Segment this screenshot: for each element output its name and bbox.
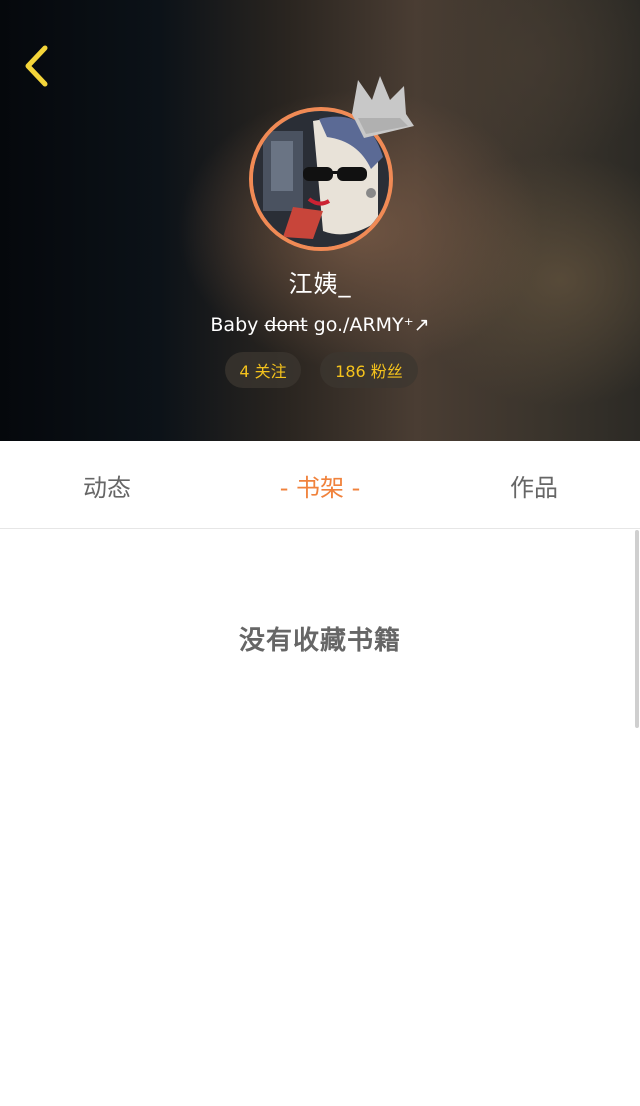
following-count-button[interactable]: 4 关注 bbox=[225, 352, 301, 388]
username: 江姨_ bbox=[288, 270, 352, 298]
bio-struck: dont bbox=[264, 314, 308, 336]
chevron-left-icon bbox=[25, 45, 48, 87]
empty-shelf-message: 没有收藏书籍 bbox=[238, 626, 401, 656]
bio-suffix: go./ARMY⁺↗ bbox=[307, 314, 430, 336]
tab-bar: 动态 - 书架 - 作品 bbox=[0, 441, 640, 529]
crown-icon bbox=[352, 76, 414, 138]
fans-count-button[interactable]: 186 粉丝 bbox=[320, 352, 418, 388]
bio-text: Baby dont go./ARMY⁺↗ bbox=[0, 314, 640, 336]
stats-row: 4 关注 186 粉丝 bbox=[0, 352, 640, 388]
bio-prefix: Baby bbox=[210, 314, 265, 336]
tab-dynamic[interactable]: 动态 bbox=[27, 441, 187, 529]
profile-header: 江姨_ Baby dont go./ARMY⁺↗ 4 关注 186 粉丝 bbox=[0, 0, 640, 441]
tab-bookshelf[interactable]: - 书架 - bbox=[240, 441, 400, 529]
scrollbar[interactable] bbox=[635, 530, 639, 728]
back-button[interactable] bbox=[14, 40, 58, 92]
tab-works[interactable]: 作品 bbox=[454, 441, 614, 529]
